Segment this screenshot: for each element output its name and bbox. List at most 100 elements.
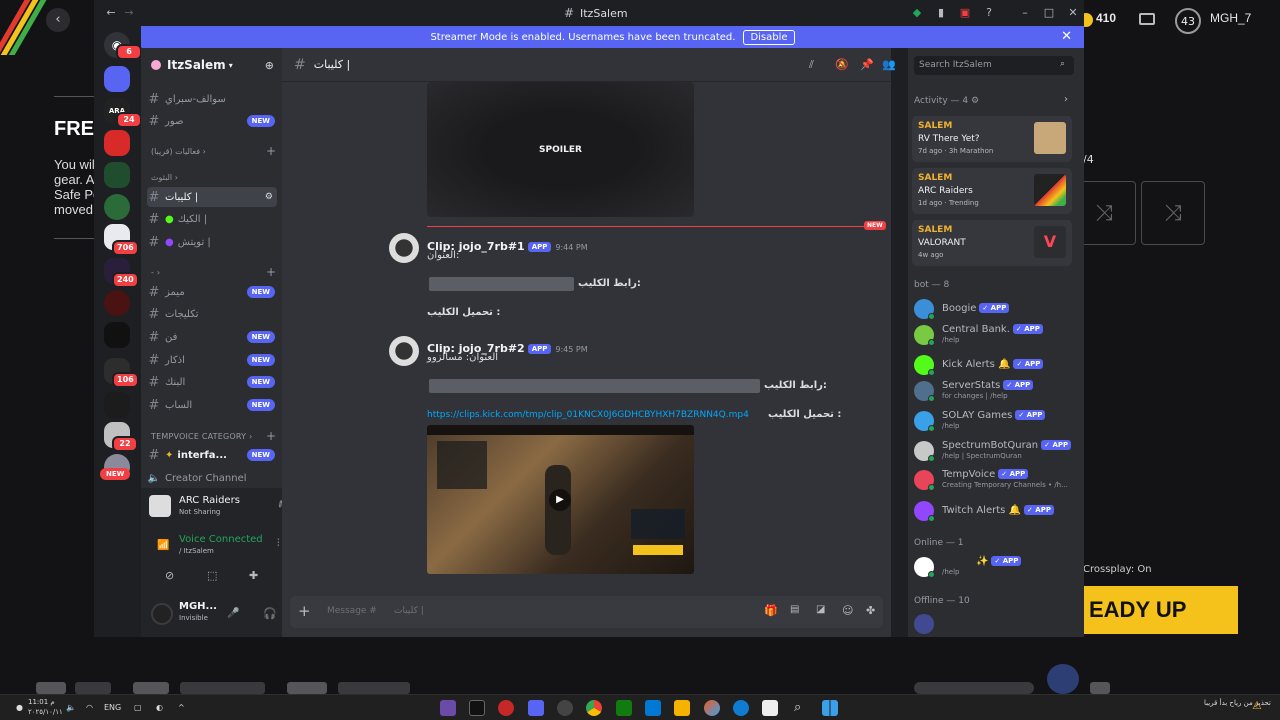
- nitro-icon[interactable]: ◆: [910, 6, 924, 20]
- inbox-alert-icon[interactable]: ▣: [958, 6, 972, 20]
- clock-date[interactable]: ٢٠٢٥/١٠/١١: [28, 708, 63, 716]
- start-icon[interactable]: [822, 700, 838, 716]
- add-channel-icon[interactable]: +: [266, 265, 276, 279]
- threads-icon[interactable]: ⫽: [809, 58, 814, 72]
- tray-icon[interactable]: ▢: [134, 703, 142, 712]
- close-banner-icon[interactable]: ✕: [1061, 29, 1072, 44]
- ready-up-button[interactable]: EADY UP: [1083, 586, 1238, 634]
- pin-icon[interactable]: 📌: [860, 58, 874, 71]
- member-list-icon[interactable]: 👥: [882, 58, 896, 71]
- notifications-muted-icon[interactable]: 🔕: [835, 58, 849, 71]
- activity-card[interactable]: SALEM ARC Raiders 1d ago · Trending: [912, 168, 1072, 214]
- category-header[interactable]: TEMPVOICE CATEGORY ›: [151, 432, 252, 441]
- server-icon[interactable]: [104, 194, 130, 220]
- message-composer[interactable]: + Message # كليبات | 🎁 ▤ ◪ ☺ ✤: [290, 596, 883, 628]
- voice-channel[interactable]: / ItzSalem: [179, 547, 214, 555]
- back-arrow-icon[interactable]: ←: [104, 6, 118, 20]
- channel-item[interactable]: # تكليجات: [147, 304, 277, 324]
- server-icon[interactable]: [104, 162, 130, 188]
- game-back-button[interactable]: ‹: [46, 8, 70, 32]
- video-preview[interactable]: ▶: [427, 425, 694, 574]
- spoiler-image[interactable]: SPOILER: [427, 82, 694, 217]
- channel-item[interactable]: # ● الكيك |: [147, 209, 277, 229]
- activities-icon[interactable]: ✚: [249, 569, 258, 582]
- weather-icon[interactable]: ⚠: [1252, 699, 1262, 712]
- channel-item[interactable]: # سوالف-سبراي: [147, 89, 277, 109]
- channel-item[interactable]: # فن NEW: [147, 327, 277, 347]
- gift-icon[interactable]: 🎁: [764, 604, 778, 617]
- channel-item[interactable]: # ✦ interfa... NEW: [147, 445, 277, 465]
- search-input[interactable]: Search ItzSalem: [914, 56, 1074, 75]
- add-channel-icon[interactable]: +: [266, 144, 276, 158]
- server-icon[interactable]: [104, 66, 130, 92]
- spoiler-text[interactable]: [429, 277, 574, 291]
- add-channel-icon[interactable]: +: [266, 429, 276, 443]
- maximize-icon[interactable]: □: [1042, 6, 1056, 20]
- guild-header[interactable]: ItzSalem ▾ ⊕: [141, 48, 282, 82]
- member-item[interactable]: [914, 613, 1074, 635]
- squad-icon[interactable]: [1047, 664, 1079, 694]
- avatar[interactable]: [389, 233, 419, 263]
- discord-taskbar-icon[interactable]: [528, 700, 544, 716]
- search-icon[interactable]: ⌕: [794, 700, 801, 715]
- channel-item[interactable]: # ● تويتش |: [147, 232, 277, 252]
- user-name[interactable]: MGH...: [179, 601, 217, 612]
- screenshare-icon[interactable]: ⬚: [207, 569, 217, 582]
- noise-icon[interactable]: ⫶: [277, 538, 280, 549]
- mic-icon[interactable]: 🎤: [227, 608, 239, 619]
- camera-off-icon[interactable]: ⊘: [165, 569, 174, 582]
- channel-item[interactable]: # ميمز NEW: [147, 282, 277, 302]
- server-icon[interactable]: [104, 392, 130, 418]
- app-icon[interactable]: [469, 700, 485, 716]
- chevron-right-icon[interactable]: ›: [1064, 94, 1068, 105]
- app-icon[interactable]: [557, 700, 573, 716]
- member-item[interactable]: SpectrumBotQuran ✓ APP/help | SpectrumQur…: [914, 440, 1074, 462]
- member-item[interactable]: Boogie ✓ APP: [914, 298, 1074, 320]
- category-header[interactable]: البثوث ›: [151, 173, 178, 182]
- category-header[interactable]: فعاليات (قريبا) ›: [151, 147, 206, 156]
- forward-arrow-icon[interactable]: →: [122, 6, 136, 20]
- channel-item[interactable]: # البنك NEW: [147, 372, 277, 392]
- volume-icon[interactable]: 🔈: [66, 703, 76, 712]
- language-indicator[interactable]: ENG: [104, 703, 121, 712]
- apps-icon[interactable]: ✤: [866, 604, 875, 617]
- activity-card[interactable]: SALEM RV There Yet? 7d ago · 3h Marathon: [912, 116, 1072, 162]
- app-icon[interactable]: [645, 700, 661, 716]
- headset-icon[interactable]: 🎧: [263, 607, 277, 620]
- avatar[interactable]: [389, 336, 419, 366]
- location-icon[interactable]: ●: [16, 703, 23, 712]
- gif-icon[interactable]: ▤: [790, 604, 799, 615]
- channel-item[interactable]: # صور NEW: [147, 111, 277, 131]
- clip-link[interactable]: https://clips.kick.com/tmp/clip_01KNCX0J…: [427, 410, 749, 420]
- member-item[interactable]: TempVoice ✓ APP Creating Temporary Channel…: [914, 469, 1074, 491]
- spoiler-text[interactable]: [429, 379, 760, 393]
- member-item[interactable]: Kick Alerts 🔔 ✓ APP: [914, 354, 1074, 376]
- voice-status[interactable]: Voice Connected: [179, 534, 263, 545]
- tray-icon[interactable]: ◐: [156, 703, 163, 712]
- member-item[interactable]: Twitch Alerts 🔔 ✓ APP: [914, 500, 1074, 522]
- server-icon[interactable]: [104, 322, 130, 348]
- inbox-icon[interactable]: [1139, 13, 1155, 25]
- app-icon[interactable]: [498, 700, 514, 716]
- minimize-icon[interactable]: –: [1018, 6, 1032, 20]
- member-item[interactable]: ✨ ✓ APP/help: [914, 556, 1074, 578]
- app-icon[interactable]: [440, 700, 456, 716]
- server-icon[interactable]: [104, 290, 130, 316]
- avatar[interactable]: [151, 603, 173, 625]
- file-explorer-icon[interactable]: [674, 700, 690, 716]
- loadout-slot[interactable]: ⤨: [1141, 181, 1205, 245]
- new-servers-pill[interactable]: NEW: [100, 468, 131, 480]
- settings-gear-icon[interactable]: ⚙: [265, 192, 273, 202]
- copilot-icon[interactable]: [704, 700, 720, 716]
- member-item[interactable]: SOLAY Games ✓ APP/help: [914, 410, 1074, 432]
- channel-item-selected[interactable]: # كليبات | ⚙: [147, 187, 277, 207]
- chevron-up-icon[interactable]: ^: [178, 703, 185, 712]
- member-item[interactable]: Central Bank. ✓ APP/help: [914, 324, 1074, 346]
- activity-card[interactable]: SALEM VALORANT 4w ago V: [912, 220, 1072, 266]
- voice-channel-item[interactable]: 🔈 Creator Channel: [147, 468, 277, 488]
- clock-time[interactable]: م 11:01: [28, 698, 55, 706]
- channel-item[interactable]: # الساب NEW: [147, 395, 277, 415]
- sticker-icon[interactable]: ◪: [816, 604, 825, 615]
- disable-streamer-button[interactable]: Disable: [743, 29, 795, 45]
- xbox-icon[interactable]: [616, 700, 632, 716]
